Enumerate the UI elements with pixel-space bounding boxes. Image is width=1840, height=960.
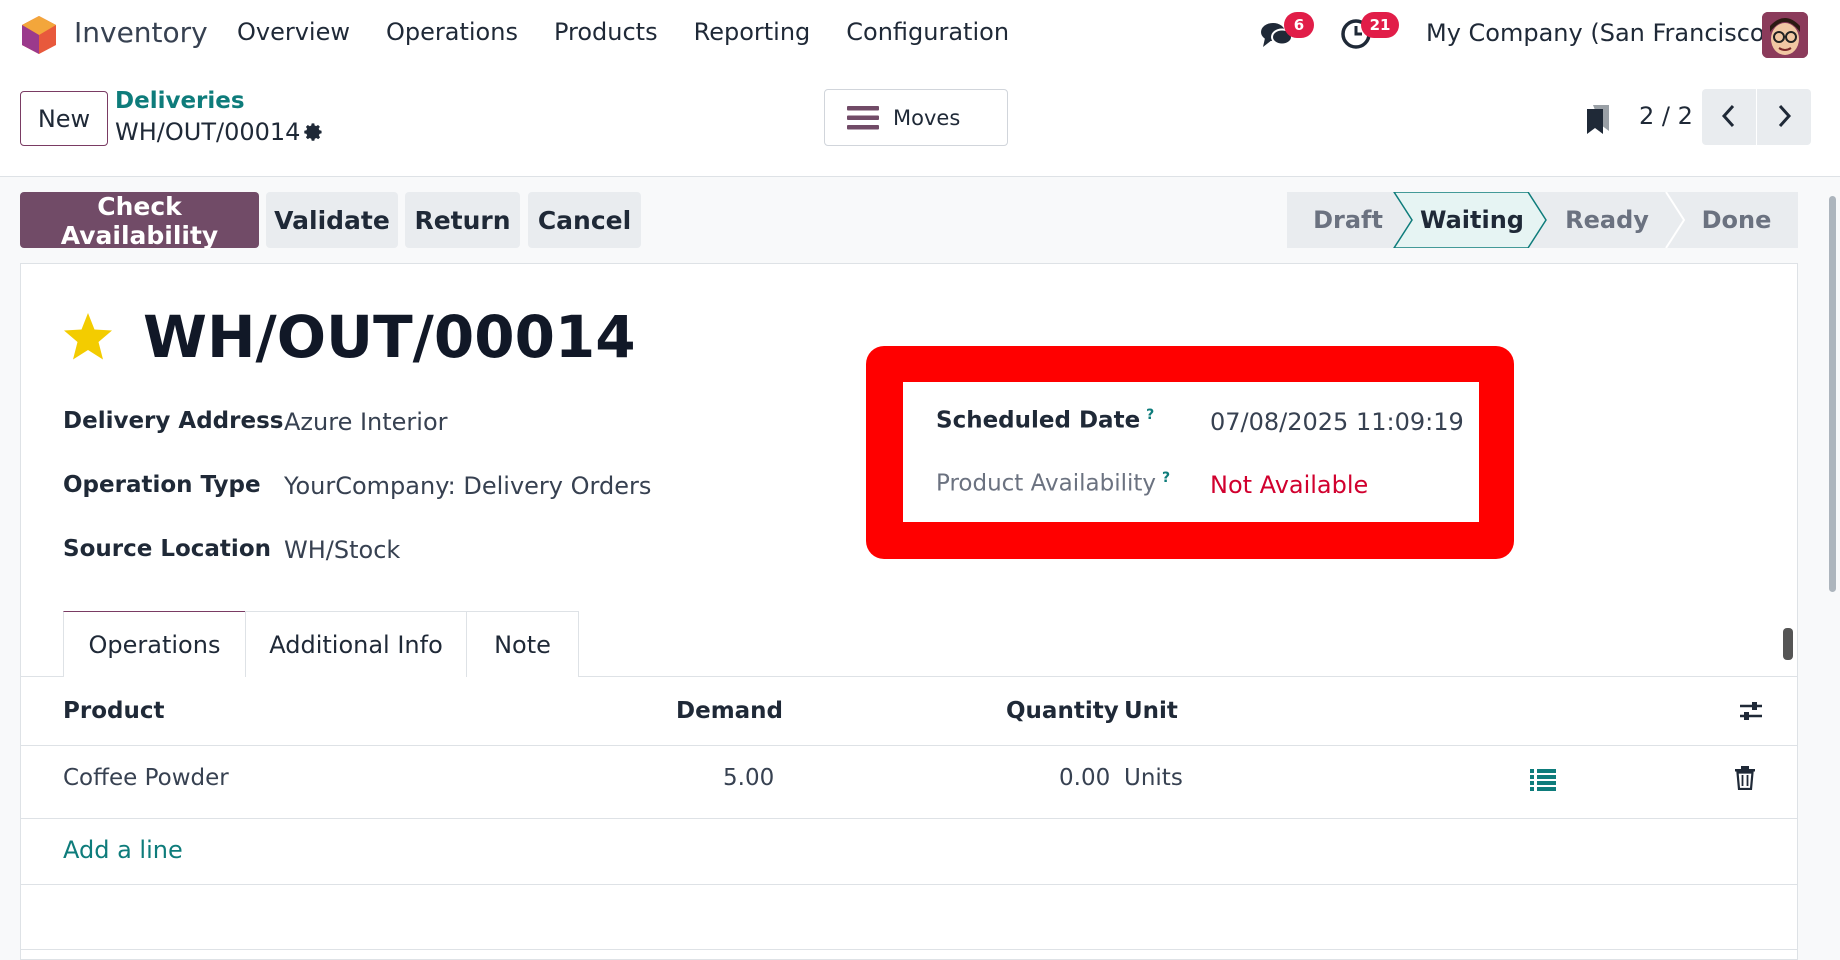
new-button[interactable]: New xyxy=(20,91,108,146)
menu-item-products[interactable]: Products xyxy=(554,18,658,46)
column-header-quantity[interactable]: Quantity xyxy=(1006,698,1119,724)
source-location-label: Source Location xyxy=(63,536,271,562)
main-menu: Overview Operations Products Reporting C… xyxy=(237,18,1045,46)
avatar-face-icon xyxy=(1762,12,1808,58)
list-icon xyxy=(847,105,879,129)
table-bottom-divider xyxy=(20,949,1798,950)
chevron-left-icon xyxy=(1721,104,1735,127)
product-availability-help-icon[interactable]: ? xyxy=(1162,470,1170,486)
scheduled-date-label: Scheduled Date? xyxy=(936,407,1154,434)
row-product[interactable]: Coffee Powder xyxy=(63,765,229,791)
operation-type-field[interactable]: YourCompany: Delivery Orders xyxy=(284,472,651,500)
star-icon[interactable] xyxy=(62,311,114,363)
return-button[interactable]: Return xyxy=(405,192,520,248)
product-availability-label: Product Availability? xyxy=(936,470,1170,497)
tab-additional-info[interactable]: Additional Info xyxy=(245,611,467,677)
gear-icon[interactable] xyxy=(302,121,324,143)
product-availability-status: Not Available xyxy=(1210,471,1369,499)
table-row-divider xyxy=(20,818,1798,819)
stage-ready[interactable]: Ready xyxy=(1547,192,1667,248)
pager-previous-button[interactable] xyxy=(1702,89,1756,145)
stage-waiting[interactable]: Waiting xyxy=(1407,192,1537,248)
operation-type-label: Operation Type xyxy=(63,472,261,498)
activities-badge: 21 xyxy=(1361,12,1399,38)
check-availability-button[interactable]: Check Availability xyxy=(20,192,259,250)
optional-columns-sliders-icon[interactable] xyxy=(1738,698,1764,724)
pager-next-button[interactable] xyxy=(1757,89,1811,145)
menu-item-configuration[interactable]: Configuration xyxy=(846,18,1009,46)
top-navbar: Inventory Overview Operations Products R… xyxy=(0,0,1840,70)
detailed-operations-list-icon[interactable] xyxy=(1530,768,1556,792)
add-line-link[interactable]: Add a line xyxy=(63,836,183,864)
messages-badge: 6 xyxy=(1284,12,1314,38)
row-unit[interactable]: Units xyxy=(1124,765,1183,791)
tab-note[interactable]: Note xyxy=(466,611,579,677)
user-avatar[interactable] xyxy=(1762,12,1808,58)
trash-icon[interactable] xyxy=(1734,766,1756,790)
menu-item-operations[interactable]: Operations xyxy=(386,18,518,46)
bookmark-icon[interactable] xyxy=(1585,103,1611,135)
menu-item-overview[interactable]: Overview xyxy=(237,18,350,46)
validate-button[interactable]: Validate xyxy=(266,192,398,248)
row-quantity[interactable]: 0.00 xyxy=(1059,765,1110,791)
page-scrollbar-thumb[interactable] xyxy=(1829,196,1836,592)
table-header-divider xyxy=(20,745,1798,746)
stage-done[interactable]: Done xyxy=(1679,192,1794,248)
column-header-demand[interactable]: Demand xyxy=(676,698,783,724)
moves-label: Moves xyxy=(893,105,961,130)
company-switcher[interactable]: My Company (San Francisco) xyxy=(1426,19,1774,47)
tab-operations[interactable]: Operations xyxy=(63,611,246,677)
status-stages: Draft Waiting Ready Done xyxy=(1287,192,1798,248)
scheduled-date-help-icon[interactable]: ? xyxy=(1146,407,1154,423)
row-demand[interactable]: 5.00 xyxy=(723,765,774,791)
moves-smart-button[interactable]: Moves xyxy=(824,89,1008,146)
scheduled-date-label-text: Scheduled Date xyxy=(936,407,1141,434)
column-header-unit[interactable]: Unit xyxy=(1124,698,1178,724)
app-logo-icon[interactable] xyxy=(20,15,58,55)
cancel-button[interactable]: Cancel xyxy=(528,192,641,248)
column-header-product[interactable]: Product xyxy=(63,698,164,724)
breadcrumb-record-name: WH/OUT/00014 xyxy=(115,118,301,146)
app-name[interactable]: Inventory xyxy=(74,16,208,49)
menu-item-reporting[interactable]: Reporting xyxy=(694,18,811,46)
product-availability-label-text: Product Availability xyxy=(936,470,1157,497)
delivery-address-label: Delivery Address xyxy=(63,408,284,434)
source-location-field[interactable]: WH/Stock xyxy=(284,536,400,564)
record-title: WH/OUT/00014 xyxy=(143,303,636,371)
scheduled-date-field[interactable]: 07/08/2025 11:09:19 xyxy=(1210,408,1464,436)
chevron-right-icon xyxy=(1778,104,1792,127)
delivery-address-field[interactable]: Azure Interior xyxy=(284,408,448,436)
pager-value[interactable]: 2 / 2 xyxy=(1639,102,1693,130)
stage-draft[interactable]: Draft xyxy=(1287,192,1409,248)
annotation-highlight-inner xyxy=(903,382,1479,522)
breadcrumb-deliveries[interactable]: Deliveries xyxy=(115,88,245,114)
tab-content-scrollbar-thumb[interactable] xyxy=(1783,628,1793,660)
table-footer-divider xyxy=(20,884,1798,885)
